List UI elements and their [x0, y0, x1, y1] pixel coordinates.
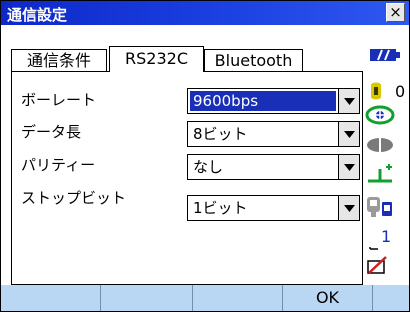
baud-rate-select[interactable]: 9600bps	[187, 88, 360, 114]
parity-value: なし	[193, 158, 224, 176]
ok-button[interactable]: OK	[283, 285, 373, 311]
parity-select[interactable]: なし	[187, 154, 360, 180]
title-bar: 通信設定 ×	[1, 1, 409, 25]
input-mode-icon	[369, 230, 381, 254]
communication-device-icon	[365, 194, 395, 224]
dropdown-arrow-icon[interactable]	[338, 155, 359, 179]
battery-icon	[368, 47, 402, 67]
softkey-f2[interactable]	[101, 285, 193, 311]
stop-bit-label: ストップビット	[21, 189, 127, 207]
softkey-f3[interactable]	[193, 285, 283, 311]
data-length-value: 8ビット	[193, 125, 248, 143]
softkey-bar: OK	[1, 285, 409, 311]
page-indicator: 1	[381, 227, 392, 246]
softkey-f5[interactable]	[373, 285, 409, 311]
dropdown-arrow-icon[interactable]	[338, 89, 359, 113]
target-prism-icon	[365, 104, 395, 130]
close-button[interactable]: ×	[386, 3, 405, 22]
parity-label: パリティー	[21, 156, 96, 174]
tilt-icon	[365, 161, 395, 189]
stop-bit-value: 1ビット	[193, 199, 248, 217]
dropdown-arrow-icon[interactable]	[338, 196, 359, 220]
memory-icon	[368, 81, 384, 105]
laser-icon	[365, 136, 395, 158]
data-length-label: データ長	[21, 123, 82, 141]
softkey-f1[interactable]	[1, 285, 101, 311]
edit-icon	[366, 255, 388, 279]
dropdown-arrow-icon[interactable]	[338, 122, 359, 146]
data-length-select[interactable]: 8ビット	[187, 121, 360, 147]
comm-settings-window: 通信設定 × 通信条件 RS232C Bluetooth ボーレート 9600b…	[0, 0, 410, 312]
tab-rs232c[interactable]: RS232C	[109, 46, 204, 72]
baud-rate-label: ボーレート	[21, 91, 97, 109]
tab-bluetooth[interactable]: Bluetooth	[204, 49, 303, 72]
window-title: 通信設定	[7, 6, 68, 24]
baud-rate-value: 9600bps	[190, 91, 336, 111]
memory-count: 0	[395, 82, 406, 101]
stop-bit-select[interactable]: 1ビット	[187, 195, 360, 221]
tab-comm-conditions[interactable]: 通信条件	[11, 49, 107, 72]
